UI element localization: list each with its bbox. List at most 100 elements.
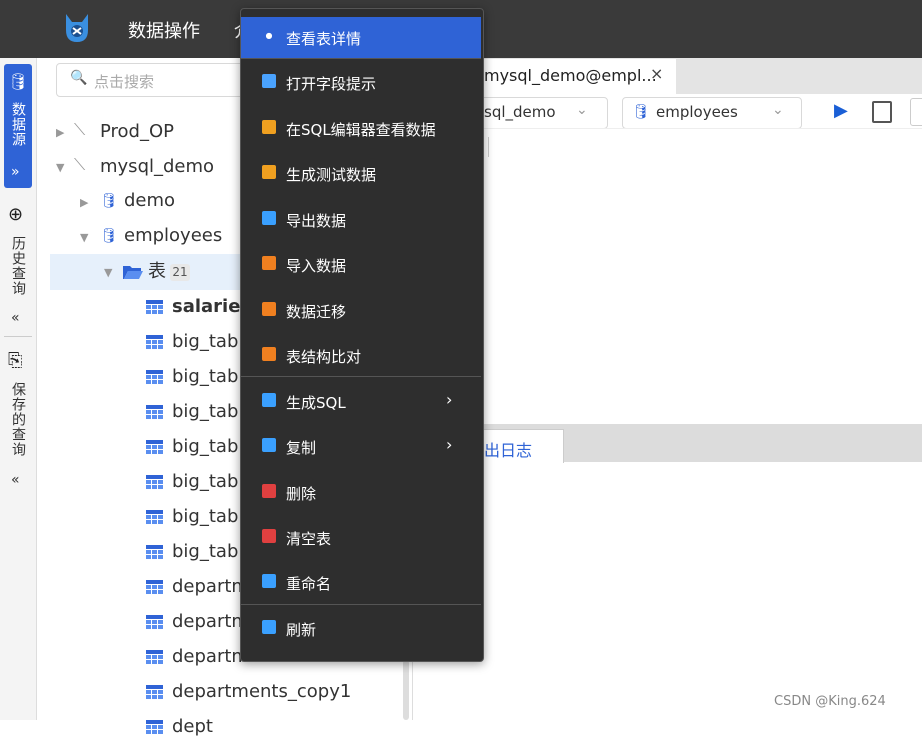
tree-connection-mysql-demo[interactable]: mysql_demo <box>100 152 214 182</box>
table-icon <box>146 649 163 668</box>
database-icon: 🛢 <box>632 104 650 120</box>
expand-caret-icon[interactable]: ▶ <box>56 126 64 139</box>
delete-icon <box>262 484 276 498</box>
context-menu-item[interactable]: 刷新 <box>240 607 482 651</box>
tree-db-employees[interactable]: employees <box>124 221 222 251</box>
table-count-badge: 21 <box>170 264 190 281</box>
sql-icon <box>262 393 276 407</box>
search-icon: 🔍 <box>70 70 88 86</box>
context-menu-item[interactable]: 清空表 <box>240 516 482 560</box>
saved-query-label[interactable]: 保存的查询 <box>10 382 26 457</box>
database-select-value: employees <box>656 103 738 121</box>
expand-icon[interactable]: » <box>11 164 20 180</box>
editor-tab-label[interactable]: mysql_demo@empl... <box>484 66 657 85</box>
tree-table-item[interactable]: big_tabl <box>172 432 243 462</box>
context-menu-label: 复制 <box>286 439 317 457</box>
collapse-caret-icon[interactable]: ▼ <box>80 231 88 244</box>
watermark: CSDN @King.624 <box>774 694 886 709</box>
eye-icon: ● <box>265 31 273 40</box>
tree-table-item[interactable]: dept <box>172 712 213 742</box>
table-icon <box>146 404 163 423</box>
tree-table-item[interactable]: departm <box>172 607 249 637</box>
context-menu-label: 查看表详情 <box>286 30 362 48</box>
context-menu-item[interactable]: 打开字段提示 <box>240 61 482 105</box>
editor-border <box>414 128 922 129</box>
search-placeholder: 点击搜索 <box>94 73 155 91</box>
tree-connection-prod-op[interactable]: Prod_OP <box>100 117 174 147</box>
folder-open-icon <box>123 266 143 279</box>
tree-db-demo[interactable]: demo <box>124 186 175 216</box>
tree-table-item[interactable]: big_tabl <box>172 537 243 567</box>
context-menu-label: 生成SQL <box>286 394 346 412</box>
table-icon <box>146 474 163 493</box>
context-menu-item[interactable]: 删除 <box>240 471 482 515</box>
chevron-down-icon: ⌄ <box>576 102 588 118</box>
database-icon: 🛢 <box>100 228 118 244</box>
saved-query-icon[interactable]: ⎘ <box>8 350 22 371</box>
context-menu-item[interactable]: 导出数据 <box>240 198 482 242</box>
submenu-arrow-icon: › <box>446 435 453 454</box>
field-hint-icon <box>262 74 276 88</box>
copy-icon <box>262 438 276 452</box>
context-menu-item[interactable]: ● 查看表详情 <box>240 16 482 60</box>
context-menu-item[interactable]: 复制 › <box>240 425 482 469</box>
import-icon <box>262 256 276 270</box>
context-menu-label: 清空表 <box>286 530 332 548</box>
table-icon <box>146 369 163 388</box>
tree-table-item[interactable]: departments_copy1 <box>172 677 351 707</box>
context-menu-item[interactable]: 在SQL编辑器查看数据 <box>240 107 482 151</box>
submenu-arrow-icon: › <box>446 390 453 409</box>
table-icon <box>146 579 163 598</box>
tree-table-item[interactable]: big_tabl <box>172 502 243 532</box>
divider <box>4 336 32 337</box>
chevron-down-icon: ⌄ <box>772 102 784 118</box>
collapse-icon[interactable]: « <box>11 472 20 488</box>
context-menu-item[interactable]: 生成SQL › <box>240 380 482 424</box>
chart-icon <box>262 165 276 179</box>
output-log-label: 出日志 <box>484 441 533 460</box>
expand-caret-icon[interactable]: ▶ <box>80 196 88 209</box>
format-button[interactable] <box>872 101 892 123</box>
collapse-icon[interactable]: « <box>11 310 20 326</box>
table-icon <box>146 544 163 563</box>
table-icon <box>146 684 163 703</box>
app-logo-icon <box>66 14 88 42</box>
tree-table-item[interactable]: big_tabl <box>172 397 243 427</box>
sql-view-icon <box>262 120 276 134</box>
menu-data-operations[interactable]: 数据操作 <box>128 17 200 43</box>
run-button[interactable]: ▶ <box>834 100 848 121</box>
collapse-caret-icon[interactable]: ▼ <box>104 266 112 279</box>
tree-table-item[interactable]: departm <box>172 572 249 602</box>
context-menu-item[interactable]: 生成测试数据 <box>240 152 482 196</box>
context-menu-label: 删除 <box>286 485 317 503</box>
tree-row-selected[interactable] <box>50 254 240 290</box>
context-menu-label: 打开字段提示 <box>286 75 377 93</box>
tree-scrollbar[interactable] <box>403 660 409 720</box>
more-button[interactable] <box>910 98 922 126</box>
context-menu-label: 重命名 <box>286 575 332 593</box>
table-icon <box>146 299 163 318</box>
context-menu-item[interactable]: 导入数据 <box>240 243 482 287</box>
tree-table-item[interactable]: big_tabl <box>172 327 243 357</box>
tree-folder-tables[interactable]: 表 <box>148 257 166 287</box>
clear-icon <box>262 529 276 543</box>
connection-select-value: sql_demo <box>484 103 556 121</box>
tree-table-item[interactable]: big_tabl <box>172 467 243 497</box>
tree-table-item[interactable]: departm <box>172 642 249 672</box>
collapse-caret-icon[interactable]: ▼ <box>56 161 64 174</box>
context-menu-label: 在SQL编辑器查看数据 <box>286 121 436 139</box>
history-query-label[interactable]: 历史查询 <box>10 236 26 296</box>
context-menu-item[interactable]: 重命名 <box>240 561 482 605</box>
context-menu-label: 生成测试数据 <box>286 166 377 184</box>
close-icon[interactable]: × <box>650 64 663 83</box>
context-menu-item[interactable]: 表结构比对 <box>240 334 482 378</box>
connection-icon: ⟍ <box>74 120 86 139</box>
rename-icon <box>262 574 276 588</box>
history-search-icon[interactable]: ⊕ <box>8 204 23 225</box>
context-menu-item[interactable]: 数据迁移 <box>240 289 482 333</box>
connection-icon: ⟍ <box>74 155 86 174</box>
context-menu-label: 刷新 <box>286 621 317 639</box>
tree-table-item[interactable]: big_tabl <box>172 362 243 392</box>
context-menu-label: 导入数据 <box>286 257 347 275</box>
refresh-icon <box>262 620 276 634</box>
